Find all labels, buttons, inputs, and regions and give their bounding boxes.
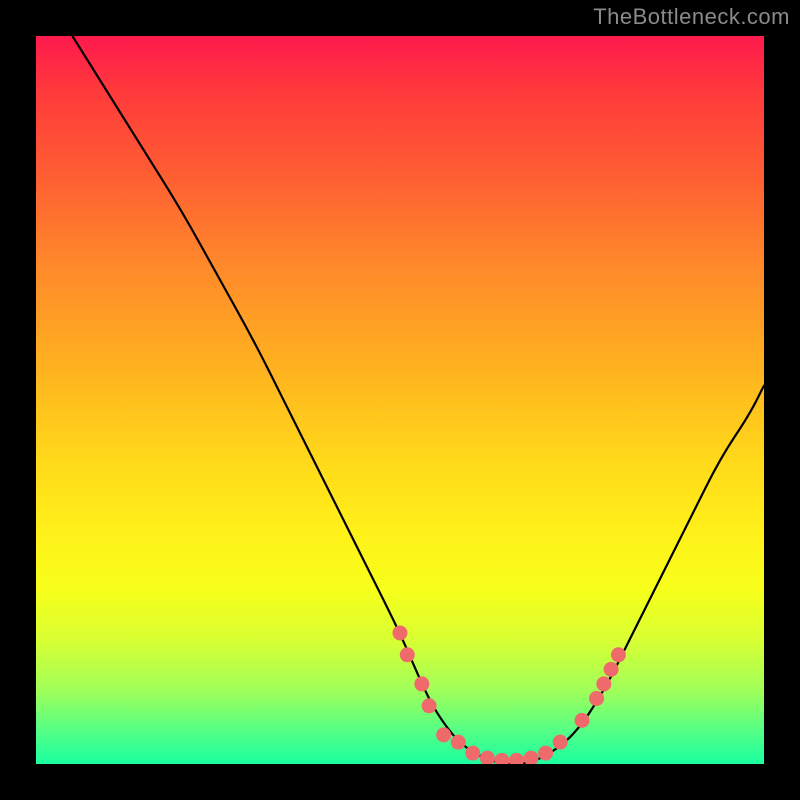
data-marker — [422, 698, 437, 713]
data-marker — [465, 746, 480, 761]
data-marker — [494, 753, 509, 764]
data-marker — [589, 691, 604, 706]
data-marker — [611, 647, 626, 662]
data-marker — [509, 753, 524, 764]
data-marker — [436, 727, 451, 742]
data-marker — [575, 713, 590, 728]
data-marker — [451, 735, 466, 750]
data-marker — [393, 625, 408, 640]
data-marker — [553, 735, 568, 750]
chart-frame: TheBottleneck.com — [0, 0, 800, 800]
data-marker — [524, 751, 539, 764]
plot-area — [36, 36, 764, 764]
bottleneck-curve — [36, 36, 764, 764]
data-marker — [538, 746, 553, 761]
watermark-text: TheBottleneck.com — [593, 4, 790, 30]
data-marker — [414, 676, 429, 691]
data-marker — [400, 647, 415, 662]
data-marker — [596, 676, 611, 691]
data-marker — [604, 662, 619, 677]
data-marker — [480, 751, 495, 764]
curve-line — [72, 36, 764, 764]
